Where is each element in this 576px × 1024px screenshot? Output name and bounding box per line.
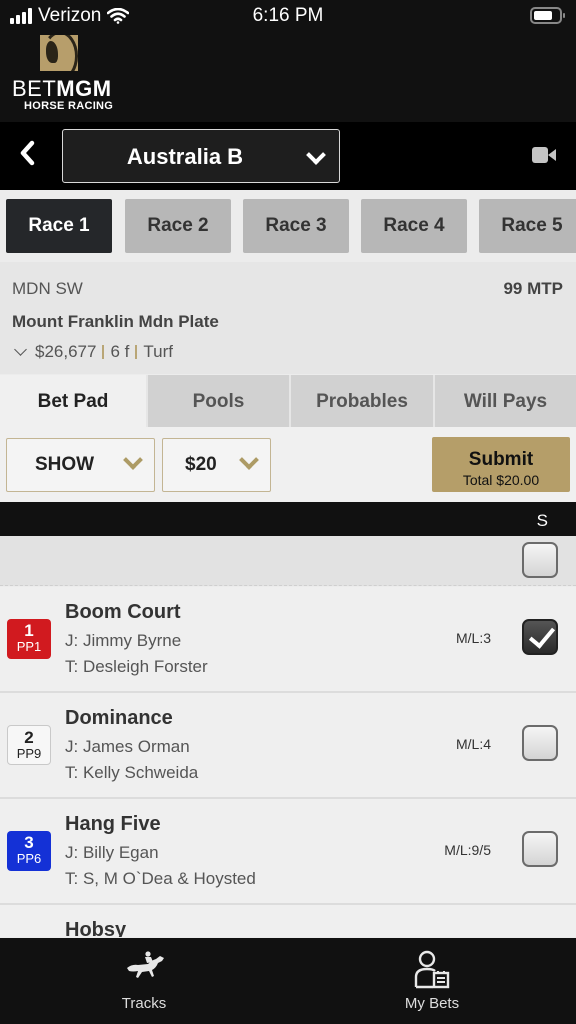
- my-bets-icon: [414, 950, 450, 989]
- runner-row[interactable]: 2 PP9 Dominance J: James Orman T: Kelly …: [0, 693, 576, 799]
- submit-total: Total $20.00: [462, 472, 540, 488]
- video-camera-icon[interactable]: [532, 147, 556, 163]
- saddle-cloth-badge: 3 PP6: [7, 831, 51, 871]
- select-all-row: [0, 536, 576, 586]
- race-distance: 6 f: [110, 342, 130, 361]
- morning-line-odds: M/L:3: [455, 630, 491, 646]
- race-tab-1[interactable]: Race 1: [6, 199, 112, 253]
- trainer-name: T: Kelly Schweida: [65, 763, 199, 782]
- track-select[interactable]: Australia B: [62, 129, 340, 183]
- horse-name: Hang Five: [65, 813, 161, 835]
- trainer-name: T: S, M O`Dea & Hoysted: [65, 869, 256, 888]
- race-tab-5[interactable]: Race 5: [479, 199, 576, 253]
- status-bar: Verizon 6:16 PM: [0, 0, 576, 34]
- track-bar: Australia B: [0, 122, 576, 190]
- horse-racing-icon: [127, 951, 164, 978]
- saddle-cloth-badge: 2 PP9: [7, 725, 51, 765]
- race-tabs: Race 1 Race 2 Race 3 Race 4 Race 5: [0, 190, 576, 262]
- post-position: PP6: [16, 851, 42, 866]
- nav-my-bets-label: My Bets: [404, 995, 460, 1012]
- jockey-name: J: James Orman: [65, 737, 190, 756]
- status-time: 6:16 PM: [252, 5, 324, 26]
- bet-type-select[interactable]: SHOW: [6, 438, 155, 492]
- chevron-left-icon: [20, 140, 35, 166]
- brand-subtitle: HORSE RACING: [24, 100, 114, 112]
- jockey-name: J: Jimmy Byrne: [65, 631, 182, 650]
- chevron-down-icon: [306, 145, 326, 165]
- nav-my-bets[interactable]: My Bets: [288, 938, 576, 1024]
- trainer-name: T: Desleigh Forster: [65, 657, 208, 676]
- horse-name: Dominance: [65, 707, 173, 729]
- program-number: 3: [24, 833, 34, 852]
- betmgm-lion-logo-icon: [40, 35, 78, 71]
- track-select-value: Australia B: [126, 144, 244, 169]
- app-header: BETMGM HORSE RACING: [0, 34, 576, 122]
- bet-type-value: SHOW: [35, 454, 95, 475]
- bet-amount-value: $20: [185, 454, 217, 475]
- tab-will-pays[interactable]: Will Pays: [433, 375, 576, 427]
- back-button[interactable]: [18, 140, 44, 170]
- bet-amount-select[interactable]: $20: [162, 438, 271, 492]
- divider: [102, 345, 105, 359]
- race-details-toggle[interactable]: $26,677 6 f Turf: [12, 342, 173, 362]
- race-tab-4[interactable]: Race 4: [361, 199, 467, 253]
- brand-mgm: MGM: [56, 76, 112, 101]
- battery-icon: [530, 7, 565, 24]
- runner-list: 1 PP1 Boom Court J: Jimmy Byrne T: Desle…: [0, 587, 576, 937]
- race-class: MDN SW: [12, 279, 83, 298]
- show-column-label: S: [536, 511, 548, 530]
- tab-pools[interactable]: Pools: [146, 375, 289, 427]
- select-all-checkbox[interactable]: [522, 542, 558, 578]
- runner-row[interactable]: Hobsy: [0, 905, 576, 937]
- race-purse: $26,677: [35, 342, 97, 361]
- runner-column-header: S: [0, 502, 576, 536]
- program-number: 1: [24, 621, 34, 640]
- saddle-cloth-badge: 1 PP1: [7, 619, 51, 659]
- morning-line-odds: M/L:9/5: [444, 842, 491, 858]
- horse-name: Boom Court: [65, 601, 181, 623]
- race-tab-2[interactable]: Race 2: [125, 199, 231, 253]
- runner-row[interactable]: 1 PP1 Boom Court J: Jimmy Byrne T: Desle…: [0, 587, 576, 693]
- race-name: Mount Franklin Mdn Plate: [12, 312, 219, 331]
- chevron-down-icon: [123, 450, 143, 470]
- show-checkbox[interactable]: [522, 831, 558, 867]
- bet-tabs: Bet Pad Pools Probables Will Pays: [0, 375, 576, 427]
- nav-tracks-label: Tracks: [121, 995, 167, 1012]
- horse-name: Hobsy: [65, 919, 127, 937]
- post-position: PP9: [16, 746, 42, 761]
- bottom-nav: Tracks My Bets: [0, 938, 576, 1024]
- tab-bet-pad[interactable]: Bet Pad: [0, 375, 146, 427]
- show-checkbox[interactable]: [522, 725, 558, 761]
- submit-label: Submit: [468, 449, 534, 470]
- submit-button[interactable]: Submit Total $20.00: [432, 437, 570, 492]
- race-info: MDN SW 99 MTP Mount Franklin Mdn Plate $…: [0, 262, 576, 374]
- bet-controls: SHOW $20 Submit Total $20.00: [0, 427, 576, 502]
- program-number: 2: [24, 728, 34, 747]
- morning-line-odds: M/L:4: [455, 736, 491, 752]
- race-tab-3[interactable]: Race 3: [243, 199, 349, 253]
- post-position: PP1: [16, 639, 42, 654]
- runner-row[interactable]: 3 PP6 Hang Five J: Billy Egan T: S, M O`…: [0, 799, 576, 905]
- brand-bet: BET: [12, 76, 57, 101]
- chevron-down-icon: [14, 342, 27, 356]
- race-surface: Turf: [143, 342, 173, 361]
- chevron-down-icon: [239, 450, 259, 470]
- show-checkbox[interactable]: [522, 619, 558, 655]
- jockey-name: J: Billy Egan: [65, 843, 159, 862]
- nav-tracks[interactable]: Tracks: [0, 938, 288, 1024]
- tab-probables[interactable]: Probables: [289, 375, 433, 427]
- divider: [135, 345, 138, 359]
- minutes-to-post: 99 MTP: [503, 279, 563, 298]
- brand-logo: BETMGM: [12, 76, 112, 102]
